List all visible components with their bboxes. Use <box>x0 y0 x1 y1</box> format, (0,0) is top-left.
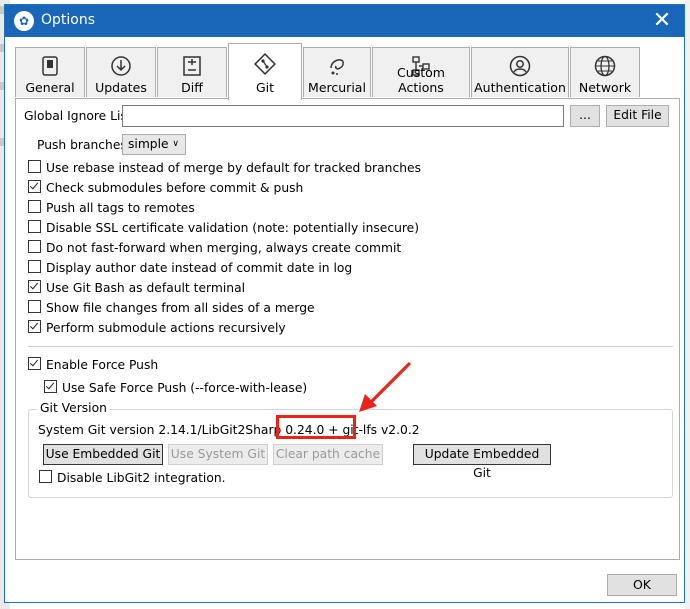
tab-network[interactable]: Network <box>570 47 640 97</box>
git-version-title: Git Version <box>37 401 110 415</box>
checkbox[interactable] <box>28 160 41 173</box>
close-icon[interactable]: ✕ <box>648 8 676 34</box>
checkbox-checked[interactable] <box>44 380 57 393</box>
ok-button[interactable]: OK <box>607 574 677 596</box>
option-no-fast-forward[interactable]: Do not fast-forward when merging, always… <box>28 239 401 257</box>
use-system-git-button[interactable]: Use System Git <box>168 444 268 465</box>
push-branches-label: Push branches: <box>37 138 131 152</box>
push-branches-value: simple <box>128 137 169 151</box>
option-safe-force-push[interactable]: Use Safe Force Push (--force-with-lease) <box>44 379 307 397</box>
diff-icon <box>180 54 204 78</box>
authentication-icon <box>508 54 532 78</box>
sourcetree-app-icon: ✿ <box>14 11 34 31</box>
option-disable-ssl[interactable]: Disable SSL certificate validation (note… <box>28 219 419 237</box>
git-icon <box>253 52 277 76</box>
tab-git[interactable]: Git <box>228 43 302 100</box>
annotation-highlight-box <box>276 415 356 439</box>
checkbox[interactable] <box>28 300 41 313</box>
use-embedded-git-button[interactable]: Use Embedded Git <box>43 444 163 465</box>
option-disable-libgit2[interactable]: Disable LibGit2 integration. <box>39 469 226 487</box>
edit-file-button[interactable]: Edit File <box>606 105 669 127</box>
tab-strip: General Updates Diff Git Mercurial Custo… <box>15 43 680 100</box>
title-bar: ✿ Options ✕ <box>5 5 684 37</box>
push-branches-select[interactable]: simple ∨ <box>122 134 186 155</box>
option-check-submodules[interactable]: Check submodules before commit & push <box>28 179 303 197</box>
tab-general[interactable]: General <box>15 47 85 97</box>
global-ignore-input[interactable] <box>122 105 564 127</box>
git-version-text: System Git version 2.14.1/LibGit2Sharp 0… <box>38 423 420 437</box>
clear-path-cache-button[interactable]: Clear path cache <box>273 444 383 465</box>
option-push-tags[interactable]: Push all tags to remotes <box>28 199 195 217</box>
option-git-bash[interactable]: Use Git Bash as default terminal <box>28 279 245 297</box>
mercurial-icon <box>325 54 349 78</box>
checkbox[interactable] <box>28 240 41 253</box>
checkbox-checked[interactable] <box>28 320 41 333</box>
option-rebase[interactable]: Use rebase instead of merge by default f… <box>28 159 421 177</box>
checkbox-checked[interactable] <box>28 180 41 193</box>
tab-mercurial[interactable]: Mercurial <box>303 47 371 97</box>
checkbox[interactable] <box>28 200 41 213</box>
checkbox[interactable] <box>28 220 41 233</box>
general-icon <box>38 54 62 78</box>
tab-updates[interactable]: Updates <box>86 47 156 97</box>
dialog-title: Options <box>41 12 96 28</box>
git-settings-panel: Global Ignore List: ... Edit File Push b… <box>15 98 680 560</box>
browse-button[interactable]: ... <box>570 105 600 127</box>
option-author-date[interactable]: Display author date instead of commit da… <box>28 259 352 277</box>
checkbox-checked[interactable] <box>28 280 41 293</box>
option-submodule-recursive[interactable]: Perform submodule actions recursively <box>28 319 286 337</box>
chevron-down-icon: ∨ <box>172 139 179 149</box>
option-show-merge-changes[interactable]: Show file changes from all sides of a me… <box>28 299 315 317</box>
tab-diff[interactable]: Diff <box>157 47 227 97</box>
checkbox[interactable] <box>28 260 41 273</box>
updates-icon <box>109 54 133 78</box>
tab-custom-actions[interactable]: Custom Actions <box>372 47 470 97</box>
annotation-arrow-icon <box>359 362 411 412</box>
update-embedded-git-button[interactable]: Update Embedded Git <box>413 444 551 480</box>
tab-authentication[interactable]: Authentication <box>471 47 569 97</box>
global-ignore-label: Global Ignore List: <box>24 109 136 123</box>
network-icon <box>593 54 617 78</box>
checkbox[interactable] <box>39 470 52 483</box>
option-enable-force-push[interactable]: Enable Force Push <box>28 356 158 374</box>
options-dialog: ✿ Options ✕ General Updates Diff Git Mer… <box>4 4 685 603</box>
background-window-edge-right <box>685 0 690 609</box>
checkbox-checked[interactable] <box>28 357 41 370</box>
divider <box>28 346 673 347</box>
